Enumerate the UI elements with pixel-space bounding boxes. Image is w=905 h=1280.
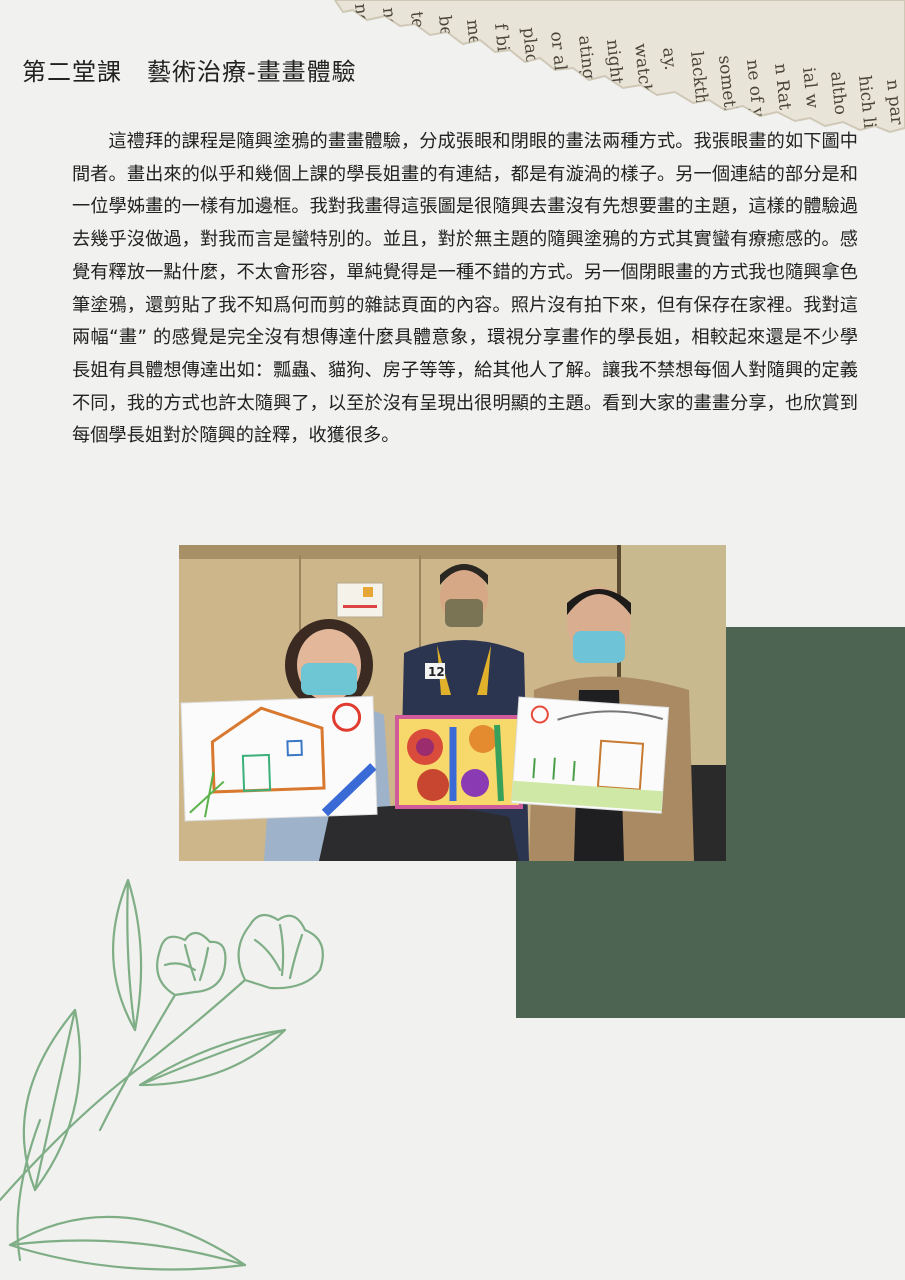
torn-paper-word: placi	[518, 26, 542, 70]
torn-paper-word: tensic	[406, 10, 431, 63]
torn-paper-word: berwe	[434, 14, 460, 69]
torn-paper-word: me ye	[462, 18, 487, 71]
flower-line-art	[0, 878, 324, 1271]
vest-number: 12	[428, 665, 445, 679]
body-paragraph: 這禮拜的課程是隨興塗鴉的畫畫體驗，分成張眼和閉眼的畫法兩種方式。我張眼畫的如下圖…	[72, 131, 858, 447]
torn-newspaper-strip: ned ng c tensic berwe me ye f big-c placi or al…	[333, 0, 905, 134]
torn-paper-word: f big-c	[490, 22, 516, 78]
torn-paper-word: ating,	[574, 34, 599, 85]
torn-paper-word: ay.	[658, 46, 680, 71]
class-photo: 12	[179, 545, 726, 861]
